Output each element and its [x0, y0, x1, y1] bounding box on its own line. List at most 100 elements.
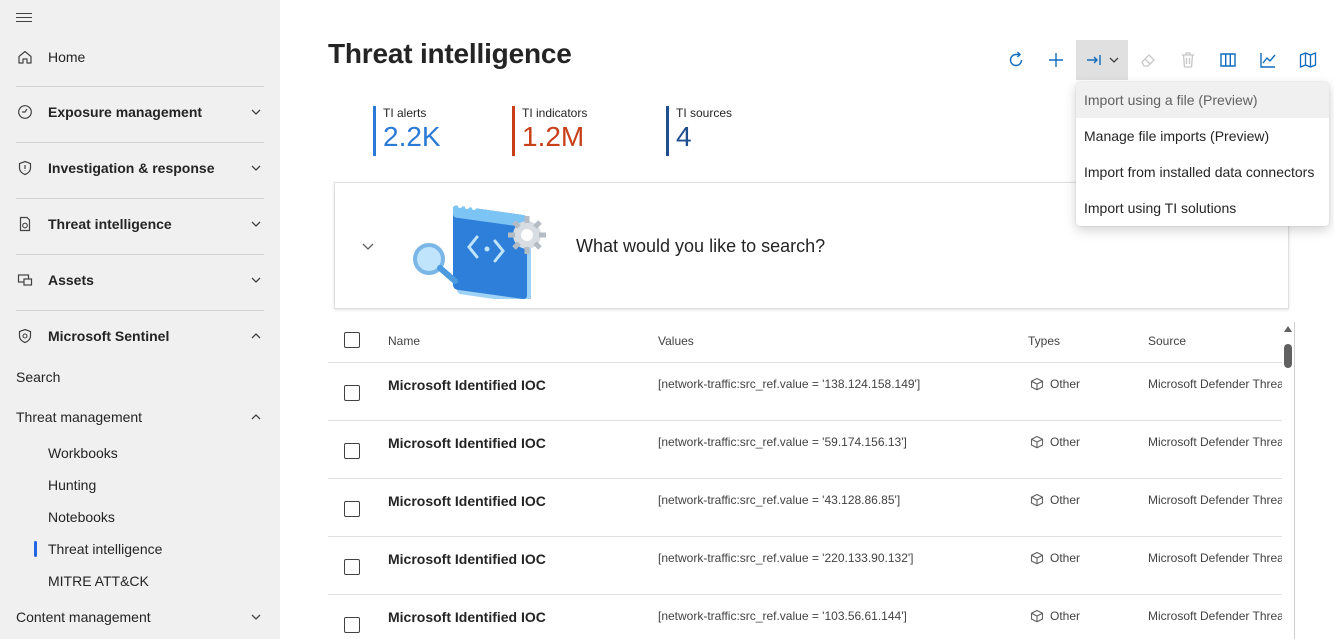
- nav-mitre-attack[interactable]: MITRE ATT&CK: [0, 565, 280, 597]
- table-row[interactable]: Microsoft Identified IOC [network-traffic…: [328, 595, 1282, 639]
- select-all-checkbox[interactable]: [344, 332, 360, 348]
- row-value: [network-traffic:src_ref.value = '220.13…: [658, 551, 914, 565]
- nav-label: Investigation & response: [48, 160, 215, 176]
- stat-ti-indicators[interactable]: TI indicators 1.2M: [512, 106, 587, 156]
- row-value: [network-traffic:src_ref.value = '138.12…: [658, 377, 921, 391]
- home-icon: [17, 49, 33, 65]
- shield-icon: [17, 160, 33, 176]
- nav-search[interactable]: Search: [0, 361, 280, 393]
- import-icon: [1087, 55, 1101, 65]
- row-type: Other: [1050, 551, 1081, 565]
- stat-ti-alerts[interactable]: TI alerts 2.2K: [373, 106, 441, 156]
- menu-item-manage-file-imports[interactable]: Manage file imports (Preview): [1076, 118, 1329, 154]
- line-chart-icon: [1260, 53, 1276, 68]
- nav-label: Threat management: [16, 409, 143, 425]
- chevron-up-icon: [251, 414, 261, 420]
- column-header-name[interactable]: Name: [388, 334, 420, 348]
- indicators-table: Name Values Types Source Microsoft Ident…: [328, 322, 1282, 639]
- nav-investigation-response[interactable]: Investigation & response: [0, 148, 280, 188]
- hamburger-menu-icon[interactable]: [16, 10, 32, 24]
- chevron-down-icon: [251, 277, 261, 283]
- selection-indicator: [34, 541, 37, 557]
- row-value: [network-traffic:src_ref.value = '59.174…: [658, 435, 907, 449]
- row-checkbox[interactable]: [344, 443, 360, 459]
- nav-label: Threat intelligence: [48, 541, 163, 557]
- chevron-up-icon: [251, 333, 261, 339]
- cube-icon: [1030, 377, 1044, 391]
- divider: [16, 254, 264, 255]
- scroll-up-arrow-icon[interactable]: [1284, 326, 1292, 332]
- threat-intel-icon: [17, 216, 33, 232]
- trash-icon: [1182, 52, 1194, 68]
- cube-icon: [1030, 493, 1044, 507]
- table-scrollbar[interactable]: [1282, 322, 1295, 639]
- nav-threat-intelligence-selected[interactable]: Threat intelligence: [0, 533, 280, 565]
- refresh-button[interactable]: [996, 40, 1036, 80]
- stat-value: 2.2K: [383, 121, 441, 152]
- nav-microsoft-sentinel[interactable]: Microsoft Sentinel: [0, 316, 280, 356]
- row-value: [network-traffic:src_ref.value = '103.56…: [658, 609, 907, 623]
- menu-item-import-file[interactable]: Import using a file (Preview): [1076, 82, 1329, 118]
- row-checkbox[interactable]: [344, 501, 360, 517]
- assets-icon: [17, 272, 33, 288]
- nav-assets[interactable]: Assets: [0, 260, 280, 300]
- column-header-source[interactable]: Source: [1148, 334, 1186, 348]
- clear-button[interactable]: [1128, 40, 1168, 80]
- nav-workbooks[interactable]: Workbooks: [0, 437, 280, 469]
- row-name[interactable]: Microsoft Identified IOC: [388, 551, 546, 567]
- divider: [16, 198, 264, 199]
- nav-home[interactable]: Home: [0, 37, 280, 77]
- map-icon: [1299, 52, 1317, 68]
- divider: [16, 86, 264, 87]
- divider: [16, 142, 264, 143]
- table-row[interactable]: Microsoft Identified IOC [network-traffic…: [328, 537, 1282, 595]
- column-header-values[interactable]: Values: [658, 334, 694, 348]
- stat-value: 1.2M: [522, 121, 585, 152]
- collapse-chevron-icon[interactable]: [361, 239, 375, 253]
- table-row[interactable]: Microsoft Identified IOC [network-traffic…: [328, 421, 1282, 479]
- chart-button[interactable]: [1248, 40, 1288, 80]
- delete-button[interactable]: [1168, 40, 1208, 80]
- cube-icon: [1030, 551, 1044, 565]
- add-button[interactable]: [1036, 40, 1076, 80]
- nav-threat-intelligence[interactable]: Threat intelligence: [0, 204, 280, 244]
- table-row[interactable]: Microsoft Identified IOC [network-traffic…: [328, 479, 1282, 537]
- search-prompt: What would you like to search?: [576, 236, 826, 256]
- nav-notebooks[interactable]: Notebooks: [0, 501, 280, 533]
- column-header-types[interactable]: Types: [1028, 334, 1060, 348]
- row-name[interactable]: Microsoft Identified IOC: [388, 377, 546, 393]
- import-button[interactable]: [1076, 40, 1128, 80]
- row-type: Other: [1050, 435, 1081, 449]
- nav-hunting[interactable]: Hunting: [0, 469, 280, 501]
- nav-exposure-management[interactable]: Exposure management: [0, 92, 280, 132]
- row-checkbox[interactable]: [344, 617, 360, 633]
- left-navigation: Home Exposure management Investigation &…: [0, 0, 280, 639]
- chevron-down-icon: [251, 165, 261, 171]
- row-name[interactable]: Microsoft Identified IOC: [388, 493, 546, 509]
- row-name[interactable]: Microsoft Identified IOC: [388, 609, 546, 625]
- nav-label: Microsoft Sentinel: [48, 328, 170, 344]
- row-name[interactable]: Microsoft Identified IOC: [388, 435, 546, 451]
- stat-label: TI sources: [676, 106, 733, 120]
- menu-item-import-data-connectors[interactable]: Import from installed data connectors: [1076, 154, 1329, 190]
- row-checkbox[interactable]: [344, 559, 360, 575]
- nav-label: Search: [16, 369, 61, 385]
- stat-value: 4: [676, 121, 692, 152]
- table-row[interactable]: Microsoft Identified IOC [network-traffic…: [328, 363, 1282, 421]
- nav-label: Notebooks: [48, 509, 115, 525]
- menu-item-import-ti-solutions[interactable]: Import using TI solutions: [1076, 190, 1329, 226]
- row-source: Microsoft Defender Threat Intelligence: [1148, 609, 1282, 623]
- nav-content-management[interactable]: Content management: [0, 601, 280, 633]
- nav-label: Workbooks: [48, 445, 118, 461]
- stat-label: TI indicators: [522, 106, 588, 120]
- nav-threat-management[interactable]: Threat management: [0, 401, 280, 433]
- scroll-thumb[interactable]: [1284, 344, 1292, 368]
- stat-ti-sources[interactable]: TI sources 4: [666, 106, 732, 156]
- columns-button[interactable]: [1208, 40, 1248, 80]
- eraser-icon: [1141, 54, 1155, 67]
- map-button[interactable]: [1288, 40, 1328, 80]
- row-checkbox[interactable]: [344, 385, 360, 401]
- divider: [16, 310, 264, 311]
- stat-label: TI alerts: [383, 106, 427, 120]
- nav-label: Hunting: [48, 477, 97, 493]
